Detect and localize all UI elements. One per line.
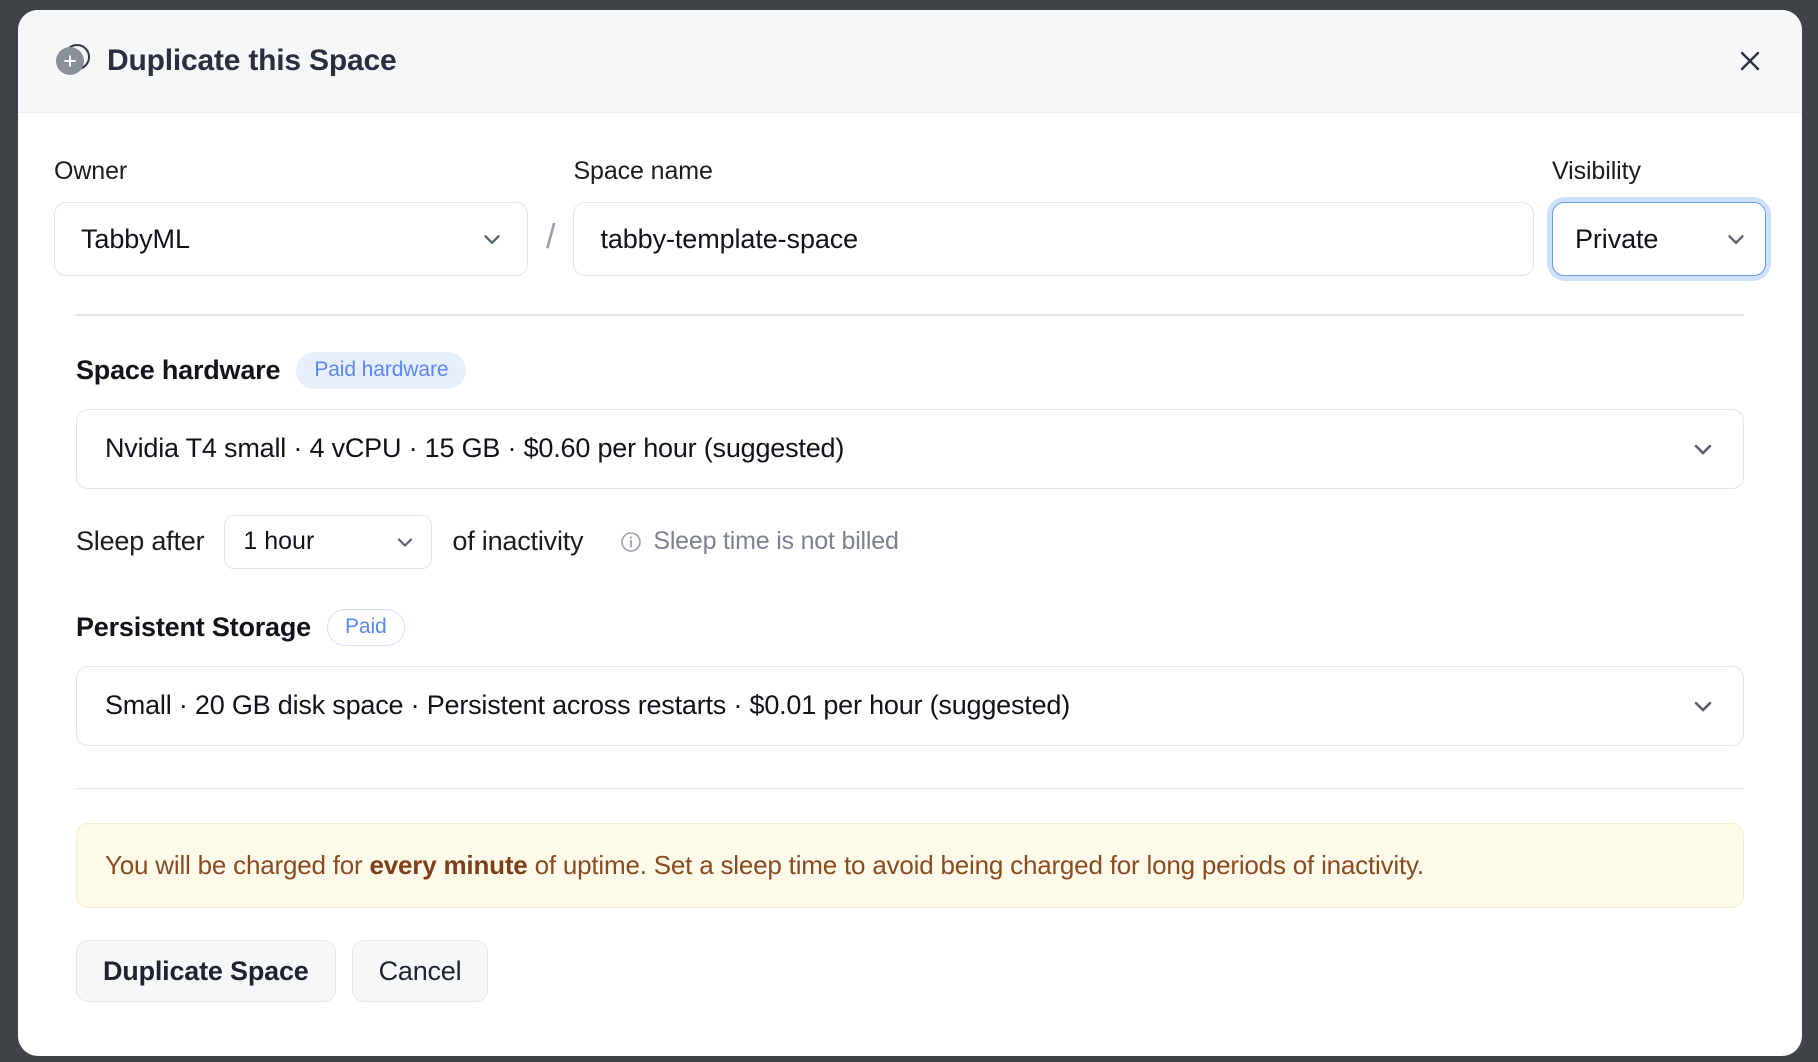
paid-hardware-badge: Paid hardware: [296, 352, 466, 389]
cancel-button[interactable]: Cancel: [352, 940, 489, 1002]
close-icon[interactable]: [1728, 39, 1772, 83]
duplicate-space-modal: Duplicate this Space Owner TabbyML: [18, 10, 1802, 1056]
paid-badge: Paid: [327, 609, 405, 646]
modal-header: Duplicate this Space: [18, 10, 1802, 113]
persistent-storage-value: Small · 20 GB disk space · Persistent ac…: [105, 690, 1070, 721]
duplicate-space-button[interactable]: Duplicate Space: [76, 940, 336, 1002]
space-hardware-title: Space hardware: [76, 355, 280, 386]
persistent-storage-select[interactable]: Small · 20 GB disk space · Persistent ac…: [76, 666, 1744, 746]
header-left: Duplicate this Space: [56, 44, 396, 78]
space-name-value: tabby-template-space: [600, 224, 858, 255]
sleep-billing-note: Sleep time is not billed: [619, 527, 898, 556]
visibility-label: Visibility: [1552, 157, 1766, 186]
owner-field-group: Owner TabbyML: [54, 157, 528, 276]
sleep-billing-note-text: Sleep time is not billed: [653, 527, 898, 556]
space-hardware-heading: Space hardware Paid hardware: [76, 352, 1766, 389]
chevron-down-icon: [393, 530, 417, 554]
chevron-down-icon: [1689, 692, 1717, 720]
space-hardware-select[interactable]: Nvidia T4 small · 4 vCPU · 15 GB · $0.60…: [76, 409, 1744, 489]
chevron-down-icon: [1689, 435, 1717, 463]
sleep-after-suffix: of inactivity: [452, 526, 583, 557]
chevron-down-icon: [479, 226, 505, 252]
modal-body: Owner TabbyML / Space name tabby-templat…: [18, 113, 1802, 1056]
owner-name-separator: /: [528, 220, 573, 254]
persistent-storage-heading: Persistent Storage Paid: [76, 609, 1766, 646]
section-divider: [76, 314, 1744, 316]
chevron-down-icon: [1723, 226, 1749, 252]
sleep-after-select[interactable]: 1 hour: [224, 515, 432, 569]
billing-warning-banner: You will be charged for every minute of …: [76, 823, 1744, 908]
sleep-after-label: Sleep after: [76, 526, 204, 557]
info-icon: [619, 530, 643, 554]
space-identity-row: Owner TabbyML / Space name tabby-templat…: [54, 157, 1766, 276]
billing-warning-before: You will be charged for: [105, 850, 370, 880]
space-name-field-group: Space name tabby-template-space: [573, 157, 1534, 276]
page-title: Duplicate this Space: [107, 44, 396, 78]
sleep-after-row: Sleep after 1 hour of inactivity: [76, 515, 1766, 569]
space-name-label: Space name: [573, 157, 1534, 186]
owner-select[interactable]: TabbyML: [54, 202, 528, 276]
billing-warning-after: of uptime. Set a sleep time to avoid bei…: [528, 850, 1424, 880]
duplicate-icon: [56, 44, 90, 78]
persistent-storage-title: Persistent Storage: [76, 612, 311, 643]
billing-warning-bold: every minute: [370, 850, 528, 880]
visibility-focus-ring: Private: [1552, 202, 1766, 276]
space-name-input[interactable]: tabby-template-space: [573, 202, 1534, 276]
space-hardware-value: Nvidia T4 small · 4 vCPU · 15 GB · $0.60…: [105, 433, 844, 464]
owner-label: Owner: [54, 157, 528, 186]
owner-value: TabbyML: [81, 224, 190, 255]
footer-divider: [76, 788, 1744, 790]
modal-footer: Duplicate Space Cancel: [76, 940, 1766, 1042]
visibility-value: Private: [1575, 224, 1658, 255]
visibility-field-group: Visibility Private: [1552, 157, 1766, 276]
visibility-select[interactable]: Private: [1552, 202, 1766, 276]
sleep-after-value: 1 hour: [243, 527, 314, 556]
